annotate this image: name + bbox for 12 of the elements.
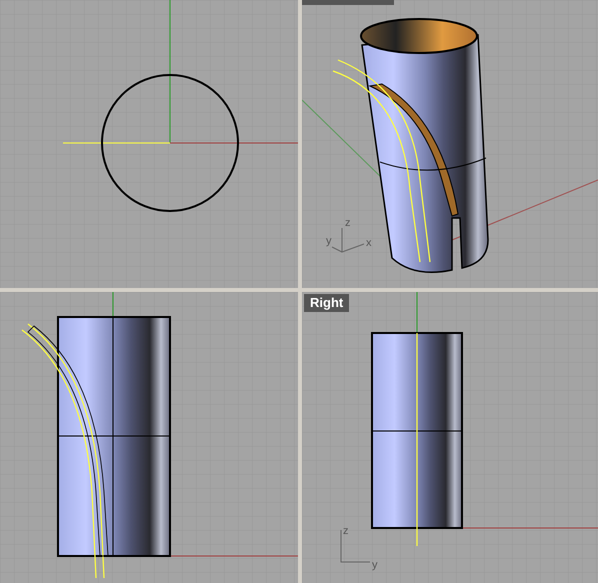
z-axis-line <box>416 292 418 334</box>
axis-label: z <box>345 217 350 229</box>
axis-label: y <box>372 559 378 571</box>
axis-label: z <box>343 525 348 537</box>
viewport-label[interactable]: Right <box>304 294 350 312</box>
axis-icon <box>332 228 364 253</box>
z-axis-line <box>112 292 114 318</box>
viewport[interactable]: z y Right <box>302 292 598 583</box>
axis-label: y <box>326 235 332 247</box>
viewport[interactable] <box>0 292 298 583</box>
axis-label: x <box>366 237 372 249</box>
axis-icon <box>340 530 370 562</box>
